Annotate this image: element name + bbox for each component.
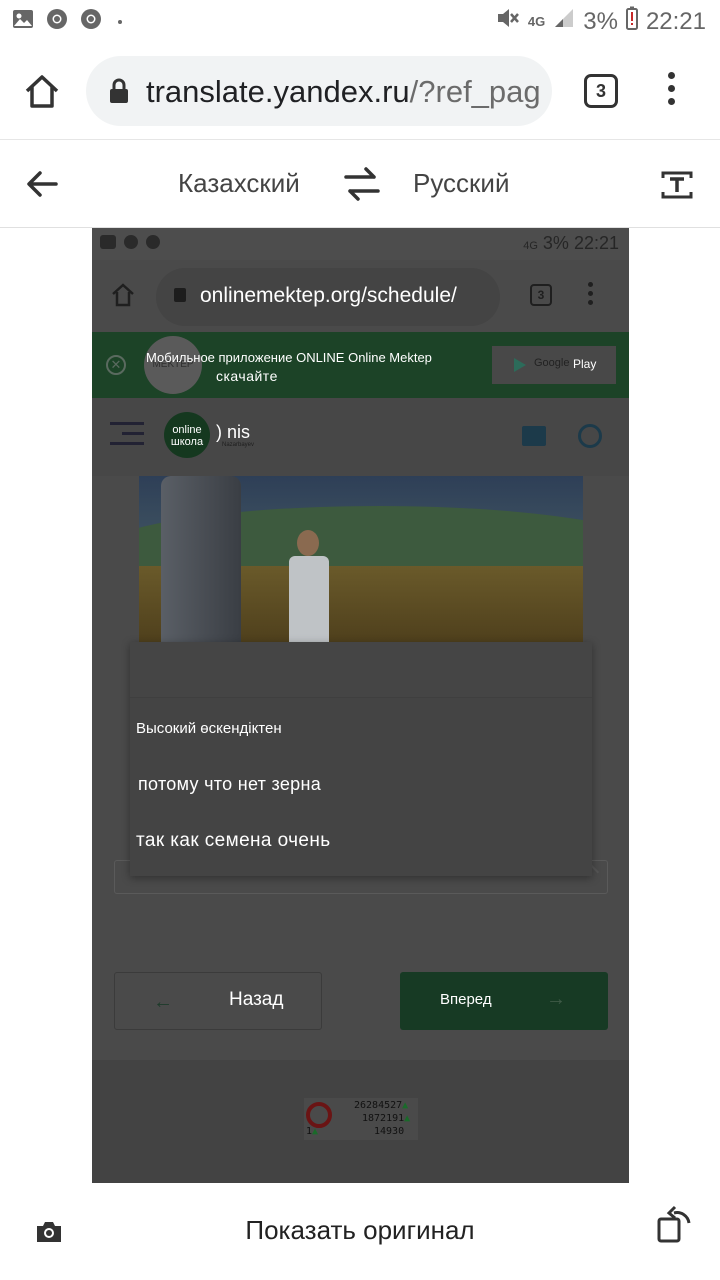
battery-low-icon xyxy=(625,6,638,37)
lesson-illustration xyxy=(139,476,583,642)
google-play-play: Play xyxy=(573,357,597,371)
lock-icon xyxy=(108,78,130,109)
globe-icon xyxy=(578,424,602,448)
gallery-icon xyxy=(12,9,34,34)
tab-switcher-button[interactable]: 3 xyxy=(584,74,618,108)
gallery-icon xyxy=(100,235,116,249)
answer-option: так как семена очень xyxy=(136,830,331,851)
rotate-icon[interactable] xyxy=(656,1205,694,1250)
notification-dot-icon xyxy=(118,19,122,24)
embedded-battery: 3% xyxy=(542,233,569,253)
show-original-button[interactable]: Показать оригинал xyxy=(0,1215,720,1246)
embedded-url: onlinemektep.org/schedule/ xyxy=(200,284,457,307)
google-play-badge: Google Play xyxy=(492,346,616,384)
embedded-browser-toolbar: onlinemektep.org/schedule/ 3 xyxy=(92,260,629,332)
target-language-button[interactable]: Русский xyxy=(413,168,509,199)
banner-title: Мобильное приложение ONLINE Online Mekte… xyxy=(146,350,432,365)
url-path: /?ref_pag xyxy=(409,74,541,109)
overflow-menu-icon[interactable] xyxy=(664,72,678,112)
arrow-left-icon: ← xyxy=(153,991,173,1013)
app-banner: ✕ MEKTEP Мобильное приложение ONLINE Onl… xyxy=(92,332,629,398)
translate-bottom-bar: Показать оригинал xyxy=(0,1183,720,1280)
next-button: Вперед → xyxy=(400,972,608,1030)
translated-page-frame: 4G 3% 22:21 onlinemektep.org/schedule/ 3… xyxy=(92,228,629,1183)
chrome-icon xyxy=(80,8,102,35)
menu-icon xyxy=(110,422,144,452)
site-header: online школа ) nis Nazarbayev xyxy=(92,398,629,476)
answer-option: Высокий өскендіктен xyxy=(136,720,282,737)
network-4g-icon: 4G xyxy=(527,13,546,29)
swap-languages-icon[interactable] xyxy=(342,166,382,207)
text-mode-icon[interactable] xyxy=(660,170,694,205)
logo-line1: online xyxy=(172,424,202,436)
status-bar: 4G 3% 22:21 xyxy=(0,0,720,42)
mektep-logo: MEKTEP xyxy=(144,336,202,394)
nis-logo: ) nis xyxy=(216,422,251,442)
home-icon xyxy=(110,282,136,313)
online-school-logo: online школа xyxy=(164,412,210,458)
list-icon xyxy=(522,426,546,446)
nis-subtitle: Nazarbayev xyxy=(222,442,255,448)
mute-icon xyxy=(496,7,520,36)
site-footer: 26284527▲ 1872191▲ 1▲ 14930 xyxy=(92,1060,629,1183)
chrome-icon xyxy=(124,235,138,249)
embedded-tab-count: 3 xyxy=(530,284,552,306)
url-text: translate.yandex.ru/?ref_pag xyxy=(146,74,541,110)
visitor-counter: 26284527▲ 1872191▲ 1▲ 14930 xyxy=(304,1098,418,1140)
dialog-header xyxy=(130,642,592,698)
overflow-menu-icon xyxy=(588,282,596,309)
signal-icon xyxy=(553,7,575,36)
embedded-status-bar: 4G 3% 22:21 xyxy=(92,228,629,260)
home-button[interactable] xyxy=(22,72,62,112)
logo-line2: школа xyxy=(170,436,204,448)
google-play-google: Google xyxy=(534,357,570,369)
back-button-label: Назад xyxy=(229,989,284,1010)
counter-logo-icon xyxy=(306,1102,332,1128)
banner-subtitle: скачайте xyxy=(216,368,278,384)
answer-option: потому что нет зерна xyxy=(138,774,322,794)
url-domain: translate.yandex.ru xyxy=(146,74,410,109)
google-play-icon xyxy=(514,358,526,372)
clock: 22:21 xyxy=(645,7,706,35)
answer-options-dialog: Высокий өскендіктен потому что нет зерна… xyxy=(130,642,592,876)
translate-bar: Казахский Русский xyxy=(0,140,720,228)
next-button-label: Вперед xyxy=(440,991,492,1008)
arrow-right-icon: → xyxy=(546,988,566,1010)
address-bar[interactable]: translate.yandex.ru/?ref_pag xyxy=(86,56,552,126)
lock-icon xyxy=(174,288,186,302)
home-icon xyxy=(25,75,59,108)
counter-value: 26284527 xyxy=(354,1100,403,1111)
source-language-button[interactable]: Казахский xyxy=(178,168,300,199)
embedded-address-bar: onlinemektep.org/schedule/ xyxy=(156,268,500,326)
counter-value: 14930 xyxy=(374,1126,405,1137)
chrome-icon xyxy=(146,235,160,249)
counter-value: 1872191 xyxy=(362,1113,405,1124)
browser-toolbar: translate.yandex.ru/?ref_pag 3 xyxy=(0,42,720,140)
chrome-icon xyxy=(46,8,68,35)
battery-percent: 3% xyxy=(583,7,618,35)
embedded-clock: 22:21 xyxy=(573,233,619,253)
embedded-network: 4G xyxy=(523,240,538,252)
close-icon: ✕ xyxy=(106,355,126,375)
back-button: ← Назад xyxy=(114,972,322,1030)
back-arrow-icon[interactable] xyxy=(24,166,60,207)
